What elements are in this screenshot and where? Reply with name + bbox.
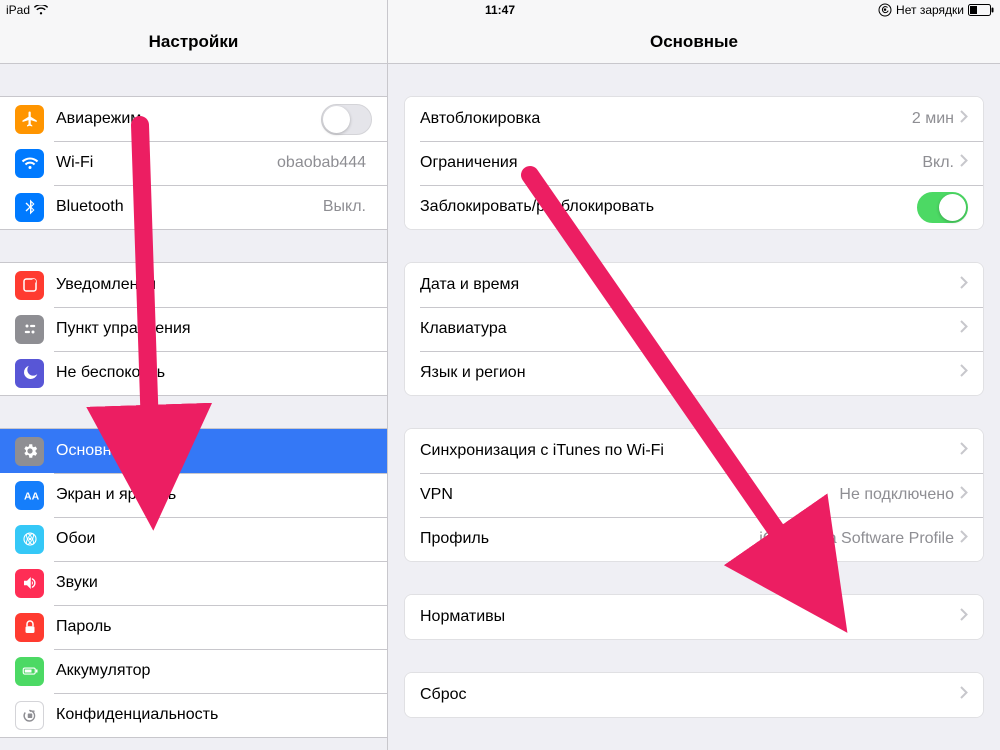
detail-row[interactable]: Дата и время [405, 263, 983, 307]
sidebar-item-passcode[interactable]: Пароль [0, 605, 387, 649]
sidebar-item-sounds[interactable]: Звуки [0, 561, 387, 605]
chevron-right-icon [960, 364, 968, 382]
sounds-icon [15, 569, 44, 598]
sidebar-item-airplane[interactable]: Авиарежим [0, 97, 387, 141]
detail-row-label: Сброс [420, 686, 960, 704]
sidebar-title: Настройки [149, 32, 239, 52]
control-center-icon [15, 315, 44, 344]
sidebar-item-label: Wi-Fi [56, 154, 277, 172]
privacy-icon [15, 701, 44, 730]
detail-scroll[interactable]: Автоблокировка2 минОграниченияВкл.Заблок… [388, 64, 1000, 750]
dnd-icon [15, 359, 44, 388]
sidebar-item-label: Bluetooth [56, 198, 323, 216]
detail-row[interactable]: Заблокировать/разблокировать [405, 185, 983, 229]
detail-row[interactable]: Автоблокировка2 мин [405, 97, 983, 141]
sidebar-item-value: Выкл. [323, 198, 366, 216]
status-bar: iPad 11:47 Нет зарядки [0, 0, 1000, 20]
sidebar-item-label: Пункт управления [56, 320, 372, 338]
detail-row-label: Дата и время [420, 276, 960, 294]
sidebar-item-wifi[interactable]: Wi-Fiobaobab444 [0, 141, 387, 185]
detail-row[interactable]: Нормативы [405, 595, 983, 639]
detail-row[interactable]: VPNНе подключено [405, 473, 983, 517]
sidebar-item-dnd[interactable]: Не беспокоить [0, 351, 387, 395]
chevron-right-icon [960, 442, 968, 460]
detail-row-value: 2 мин [912, 110, 954, 128]
detail-row[interactable]: Синхронизация с iTunes по Wi-Fi [405, 429, 983, 473]
passcode-icon [15, 613, 44, 642]
sidebar-item-display[interactable]: AA Экран и яркость [0, 473, 387, 517]
sidebar-item-label: Не беспокоить [56, 364, 372, 382]
chevron-right-icon [960, 320, 968, 338]
display-icon: AA [15, 481, 44, 510]
sidebar-item-label: Конфиденциальность [56, 706, 372, 724]
sidebar-item-label: Звуки [56, 574, 372, 592]
detail-row[interactable]: ПрофильiOS 9 Beta Software Profile [405, 517, 983, 561]
detail-row[interactable]: Сброс [405, 673, 983, 717]
wifi-icon [15, 149, 44, 178]
sidebar-item-control-center[interactable]: Пункт управления [0, 307, 387, 351]
carrier-label: iPad [6, 3, 30, 17]
detail-row-label: Профиль [420, 530, 759, 548]
airplane-icon [15, 105, 44, 134]
sidebar-item-label: Основные [56, 442, 372, 460]
sidebar-item-privacy[interactable]: Конфиденциальность [0, 693, 387, 737]
sidebar-item-value: obaobab444 [277, 154, 366, 172]
chevron-right-icon [960, 530, 968, 548]
sidebar-item-wallpaper[interactable]: Обои [0, 517, 387, 561]
sidebar-item-label: Экран и яркость [56, 486, 372, 504]
chevron-right-icon [960, 686, 968, 704]
sidebar-item-notifications[interactable]: Уведомления [0, 263, 387, 307]
wallpaper-icon [15, 525, 44, 554]
chevron-right-icon [960, 110, 968, 128]
detail-row-label: Нормативы [420, 608, 960, 626]
status-left: iPad [6, 3, 48, 17]
toggle-switch[interactable] [321, 104, 372, 135]
sidebar-item-label: Пароль [56, 618, 372, 636]
detail-pane: Основные Автоблокировка2 минОграниченияВ… [388, 0, 1000, 750]
detail-row[interactable]: Язык и регион [405, 351, 983, 395]
detail-row-value: Не подключено [839, 486, 954, 504]
sidebar-item-label: Уведомления [56, 276, 372, 294]
rotation-lock-icon [878, 3, 892, 17]
battery-icon [15, 657, 44, 686]
settings-sidebar: Настройки АвиарежимWi-Fiobaobab444Blueto… [0, 0, 388, 750]
detail-row-label: VPN [420, 486, 839, 504]
detail-row[interactable]: Клавиатура [405, 307, 983, 351]
chevron-right-icon [960, 486, 968, 504]
battery-icon [968, 4, 994, 16]
status-right: Нет зарядки [878, 3, 994, 17]
sidebar-item-general[interactable]: Основные [0, 429, 387, 473]
detail-row-label: Язык и регион [420, 364, 960, 382]
detail-row-value: iOS 9 Beta Software Profile [759, 530, 954, 548]
sidebar-item-label: Аккумулятор [56, 662, 372, 680]
sidebar-item-label: Обои [56, 530, 372, 548]
sidebar-scroll[interactable]: АвиарежимWi-Fiobaobab444BluetoothВыкл.Ув… [0, 64, 387, 750]
chevron-right-icon [960, 608, 968, 626]
detail-row-label: Автоблокировка [420, 110, 912, 128]
detail-row-value: Вкл. [922, 154, 954, 172]
charging-label: Нет зарядки [896, 3, 964, 17]
status-time: 11:47 [485, 3, 515, 17]
chevron-right-icon [960, 154, 968, 172]
notifications-icon [15, 271, 44, 300]
detail-row-label: Синхронизация с iTunes по Wi-Fi [420, 442, 960, 460]
general-icon [15, 437, 44, 466]
svg-text:AA: AA [24, 491, 39, 503]
detail-row-label: Ограничения [420, 154, 922, 172]
sidebar-item-battery[interactable]: Аккумулятор [0, 649, 387, 693]
sidebar-item-label: Авиарежим [56, 110, 321, 128]
detail-row-label: Заблокировать/разблокировать [420, 198, 917, 216]
detail-title: Основные [650, 32, 738, 52]
detail-row-label: Клавиатура [420, 320, 960, 338]
sidebar-item-bluetooth[interactable]: BluetoothВыкл. [0, 185, 387, 229]
wifi-icon [34, 5, 48, 15]
detail-row[interactable]: ОграниченияВкл. [405, 141, 983, 185]
bluetooth-icon [15, 193, 44, 222]
toggle-switch[interactable] [917, 192, 968, 223]
chevron-right-icon [960, 276, 968, 294]
